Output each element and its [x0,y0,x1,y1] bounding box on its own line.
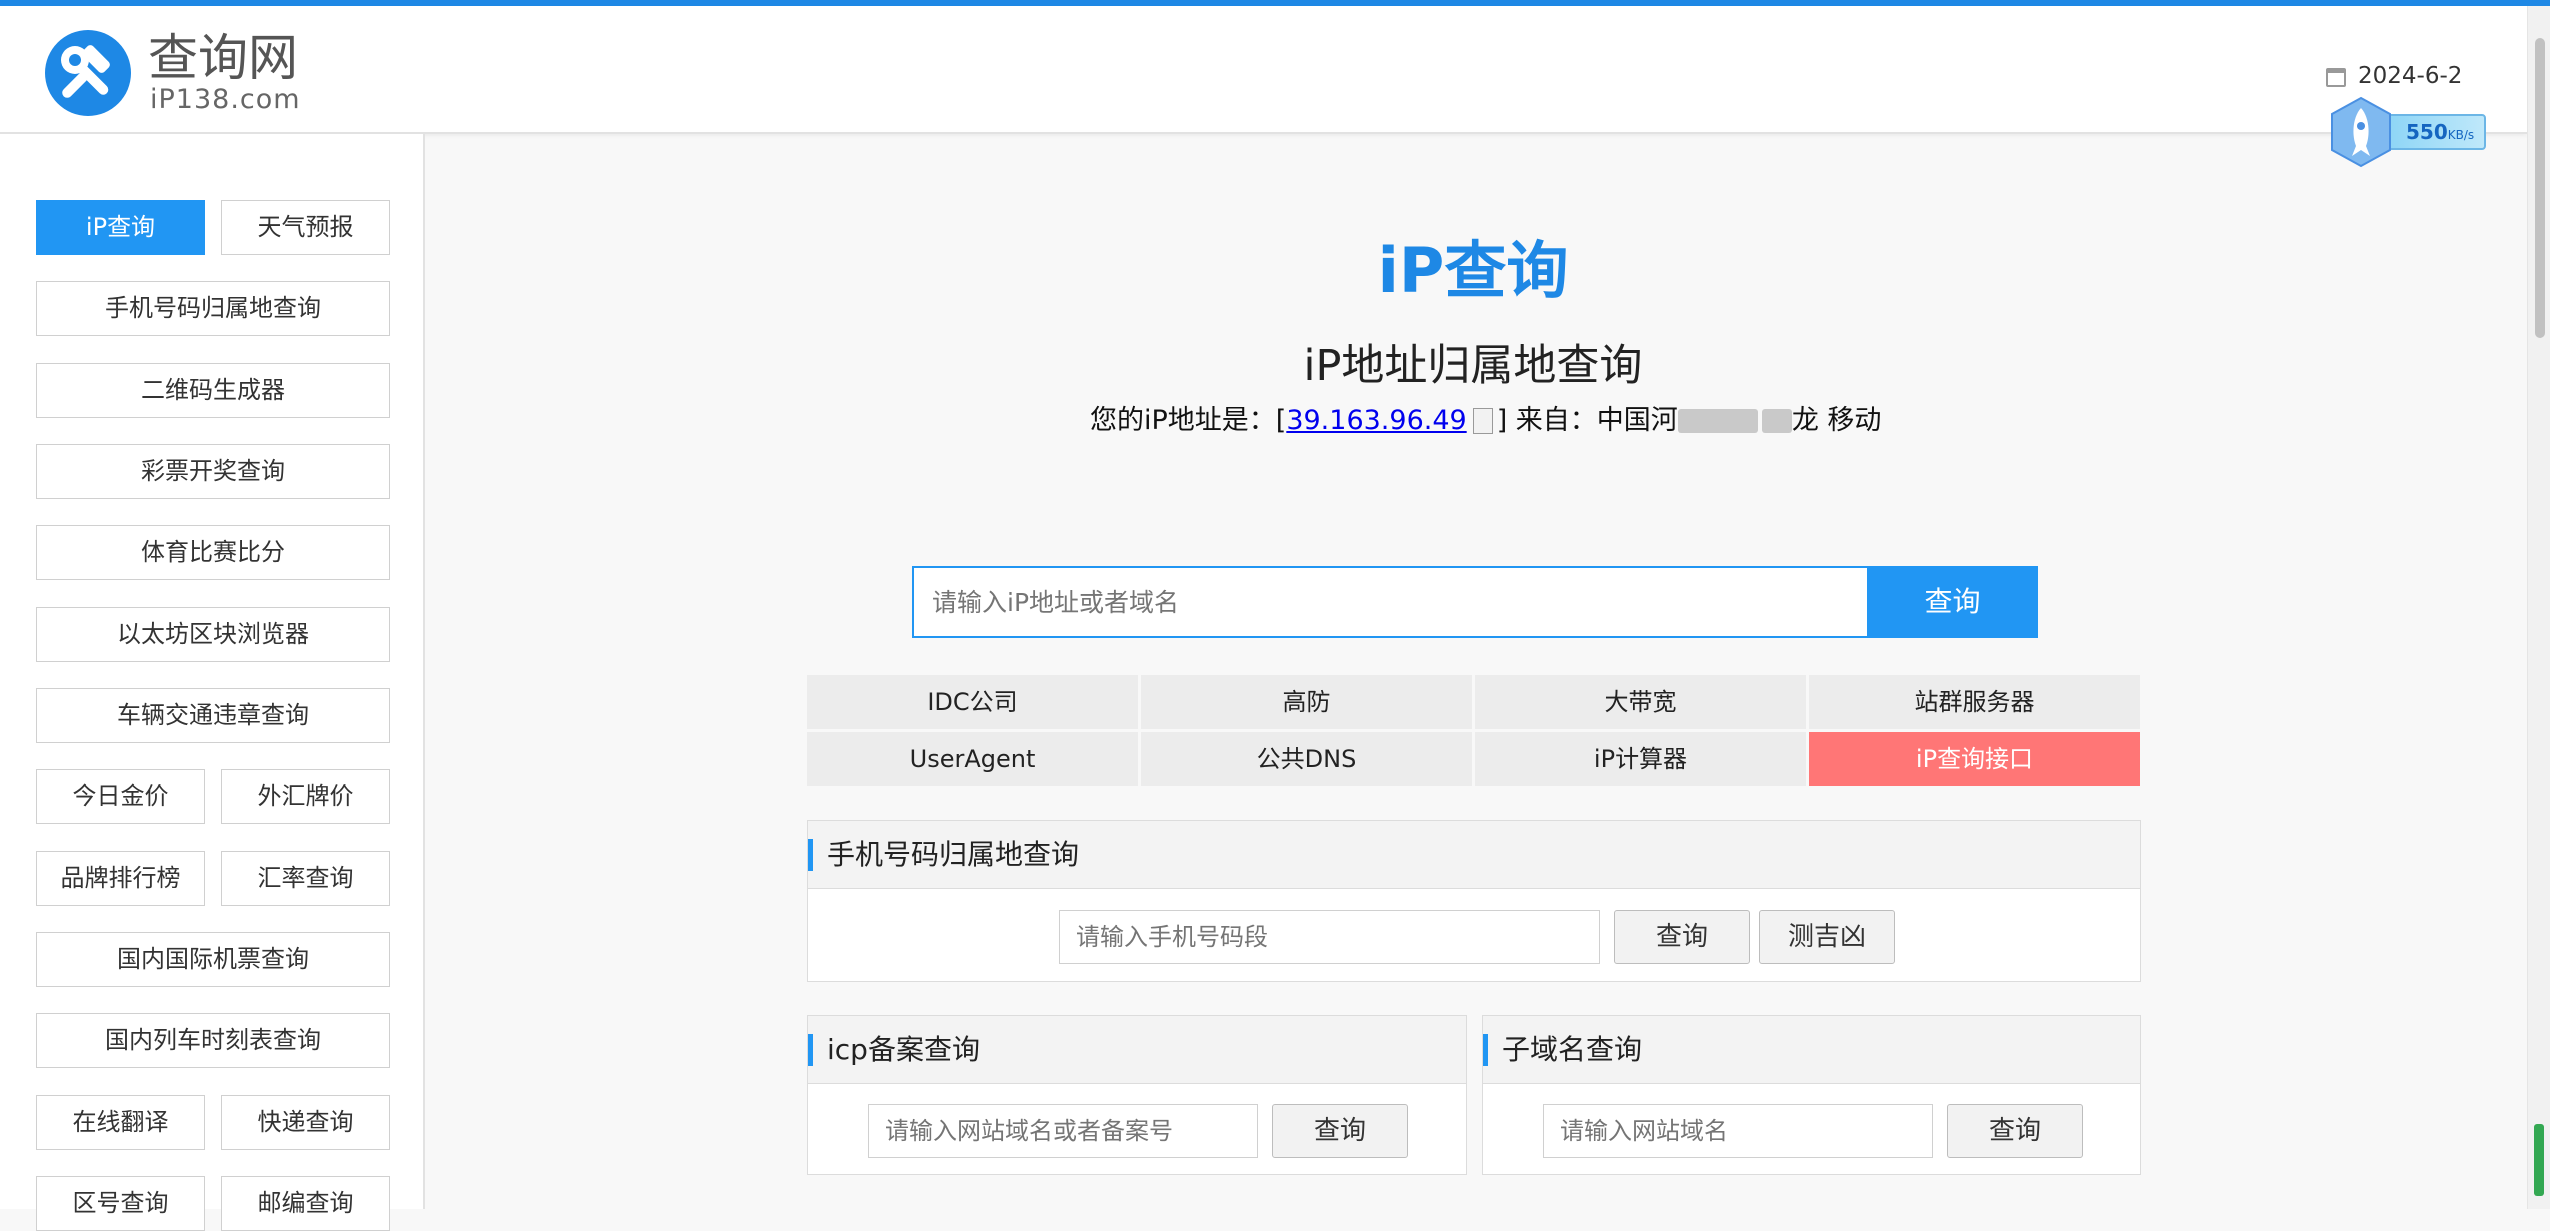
quick-link-ddos[interactable]: 高防 [1141,675,1472,729]
subdomain-input[interactable] [1543,1104,1933,1158]
quick-links-grid: IDC公司 高防 大带宽 站群服务器 UserAgent 公共DNS iP计算器… [807,675,2140,786]
quick-link-ip-api[interactable]: iP查询接口 [1809,732,2140,786]
quick-link-station-group[interactable]: 站群服务器 [1809,675,2140,729]
ip-location-pre: ] 来自：中国河 [1496,405,1678,436]
sidebar-item-express[interactable]: 快递查询 [221,1095,390,1150]
panel-title: 手机号码归属地查询 [808,821,2140,889]
sidebar: iP查询 天气预报 手机号码归属地查询 二维码生成器 彩票开奖查询 体育比赛比分… [0,134,425,1231]
broken-image-icon [1472,408,1493,434]
sidebar-item-flights[interactable]: 国内国际机票查询 [36,932,390,987]
sidebar-item-forex[interactable]: 外汇牌价 [221,769,390,824]
redacted-region [1677,409,1758,433]
sidebar-item-ethereum[interactable]: 以太坊区块浏览器 [36,607,390,662]
sidebar-item-trains[interactable]: 国内列车时刻表查询 [36,1013,390,1068]
phone-lookup-panel: 手机号码归属地查询 查询 测吉凶 [807,820,2141,982]
scrollbar-thumb[interactable] [2535,38,2545,338]
date-display: 2024-6-2 [2358,63,2463,89]
sidebar-item-gold[interactable]: 今日金价 [36,769,205,824]
logo-wrench-icon[interactable] [45,30,131,116]
scrollbar-marker [2534,1124,2544,1196]
ip-prefix: 您的iP地址是：[ [1090,405,1287,436]
ip-search-button[interactable]: 查询 [1867,566,2038,638]
subdomain-lookup-panel: 子域名查询 查询 [1482,1015,2141,1175]
quick-link-bandwidth[interactable]: 大带宽 [1475,675,1806,729]
logo-domain[interactable]: iP138.com [150,84,301,116]
sidebar-item-lottery[interactable]: 彩票开奖查询 [36,444,390,499]
ip-address-link[interactable]: 39.163.96.49 [1286,405,1466,436]
sidebar-item-sports[interactable]: 体育比赛比分 [36,525,390,580]
sidebar-item-translate[interactable]: 在线翻译 [36,1095,205,1150]
sidebar-item-weather[interactable]: 天气预报 [221,200,390,255]
header: 查询网 iP138.com 2024-6-2 550KB/s [0,6,2527,168]
page-title: iP查询 [1377,234,1569,307]
speed-widget[interactable]: 550KB/s [2328,96,2488,168]
subdomain-query-button[interactable]: 查询 [1947,1104,2083,1158]
sidebar-item-traffic[interactable]: 车辆交通违章查询 [36,688,390,743]
icp-query-button[interactable]: 查询 [1272,1104,1408,1158]
page-subtitle: iP地址归属地查询 [1303,341,1643,391]
quick-link-idc[interactable]: IDC公司 [807,675,1138,729]
speed-value: 550KB/s [2406,120,2475,144]
sidebar-item-zip-code[interactable]: 邮编查询 [221,1176,390,1231]
quick-link-public-dns[interactable]: 公共DNS [1141,732,1472,786]
phone-fortune-button[interactable]: 测吉凶 [1759,910,1895,964]
icp-lookup-panel: icp备案查询 查询 [807,1015,1467,1175]
sidebar-item-brands[interactable]: 品牌排行榜 [36,851,205,906]
sidebar-item-ip-query[interactable]: iP查询 [36,200,205,255]
logo-title[interactable]: 查询网 [148,28,298,88]
panel-title: icp备案查询 [808,1016,1466,1084]
ip-location-mid: 龙 [1791,405,1819,436]
rocket-icon [2331,96,2391,168]
sidebar-item-area-code[interactable]: 区号查询 [36,1176,205,1231]
phone-query-button[interactable]: 查询 [1614,910,1750,964]
quick-link-useragent[interactable]: UserAgent [807,732,1138,786]
ip-info-line: 您的iP地址是：[39.163.96.49 ] 来自：中国河 龙 移动 [1090,400,1890,442]
icp-input[interactable] [868,1104,1258,1158]
ip-location-post: 移动 [1818,405,1882,436]
ip-search-input[interactable] [912,566,1867,638]
quick-link-ip-calculator[interactable]: iP计算器 [1475,732,1806,786]
calendar-icon [2326,68,2346,87]
page-scrollbar[interactable] [2527,6,2550,1209]
sidebar-item-phone-location[interactable]: 手机号码归属地查询 [36,281,390,336]
panel-title: 子域名查询 [1483,1016,2140,1084]
speed-unit: KB/s [2447,128,2475,142]
redacted-region [1761,409,1792,433]
phone-number-input[interactable] [1059,910,1600,964]
sidebar-item-exchange-rate[interactable]: 汇率查询 [221,851,390,906]
sidebar-item-qrcode[interactable]: 二维码生成器 [36,363,390,418]
